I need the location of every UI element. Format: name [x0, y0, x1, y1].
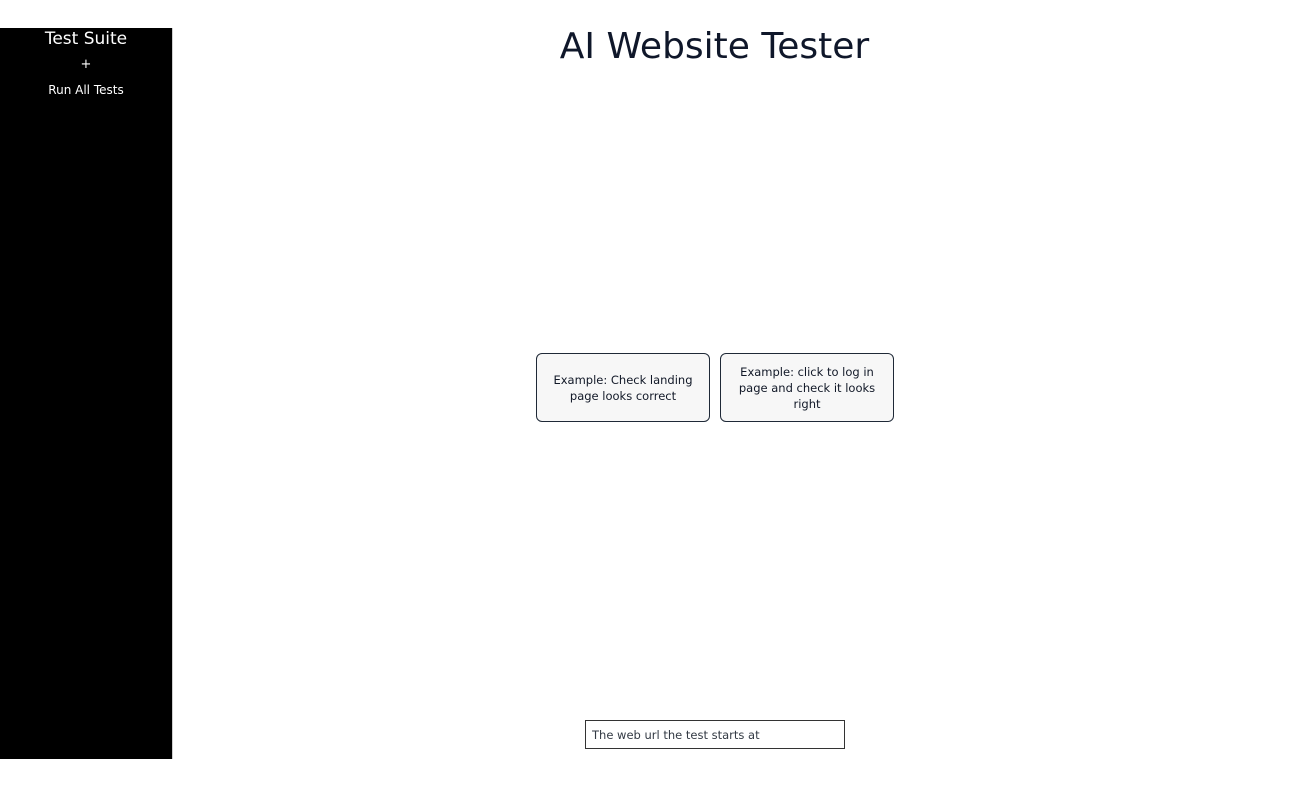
- page-title: AI Website Tester: [559, 26, 870, 67]
- sidebar: Test Suite + Run All Tests: [0, 28, 173, 759]
- start-url-input[interactable]: [585, 720, 845, 749]
- run-all-tests-button[interactable]: Run All Tests: [48, 83, 123, 98]
- example-card-log-in[interactable]: Example: click to log in page and check …: [720, 353, 894, 422]
- add-test-button[interactable]: +: [81, 57, 92, 73]
- example-card-landing-page[interactable]: Example: Check landing page looks correc…: [536, 353, 710, 422]
- sidebar-title: Test Suite: [44, 29, 128, 49]
- example-prompts: Example: Check landing page looks correc…: [536, 353, 894, 422]
